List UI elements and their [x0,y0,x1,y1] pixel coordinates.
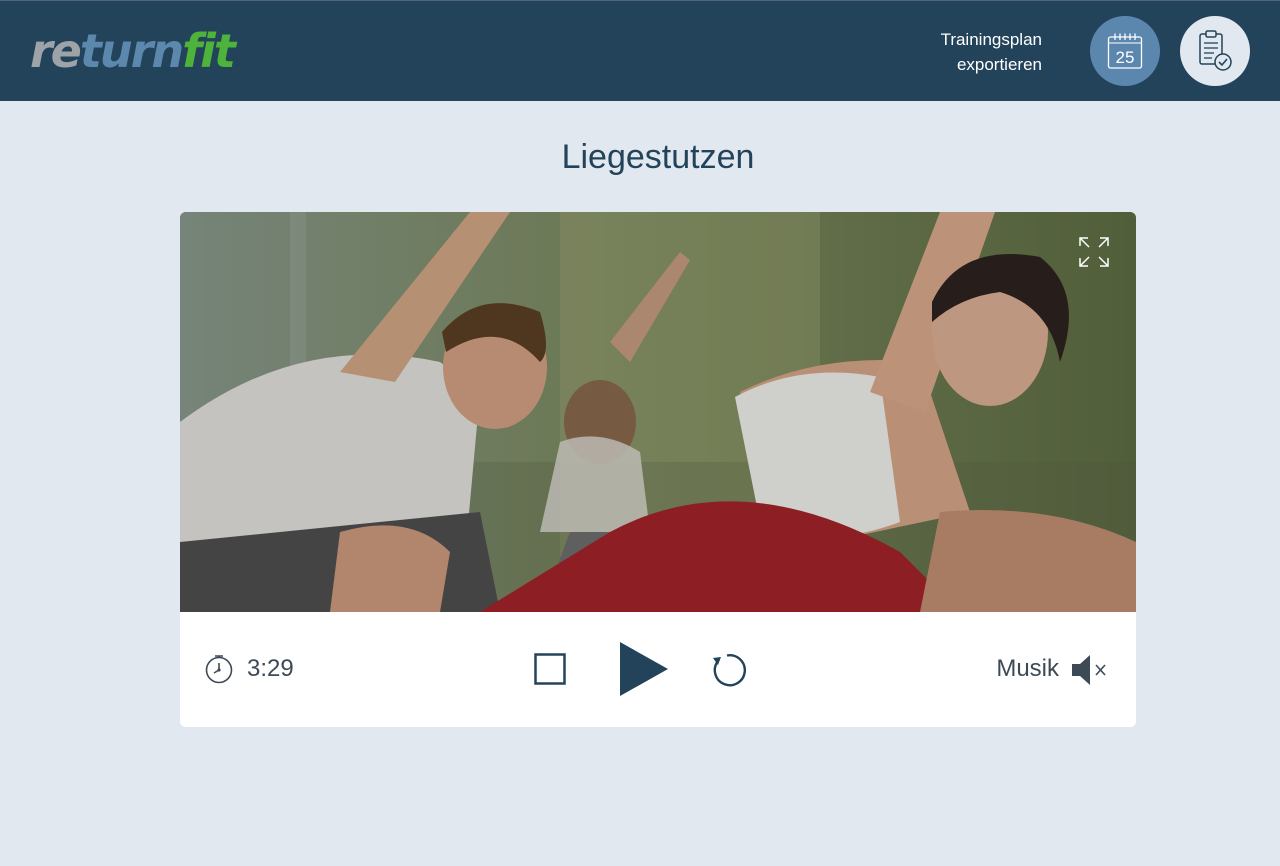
player-controls: 3:29 Musik [180,612,1136,727]
speaker-muted-icon[interactable] [1070,653,1110,687]
replay-icon[interactable] [710,652,746,688]
play-icon[interactable] [618,640,670,698]
logo-part-fit: fit [182,24,236,78]
calendar-day: 25 [1116,48,1135,67]
video-player: 3:29 Musik [180,212,1136,727]
export-calendar-button[interactable]: 25 [1090,16,1160,86]
returnfit-logo[interactable]: returnfit [30,24,236,78]
music-label: Musik [996,655,1059,682]
logo-part-re: re [30,24,82,78]
stop-icon[interactable] [534,653,566,685]
export-label-line2: exportieren [956,55,1042,74]
app-header: returnfit Trainingsplan exportieren 25 [0,0,1280,101]
calendar-icon: 25 [1107,33,1143,69]
exercise-video[interactable] [180,212,1136,612]
stopwatch-icon [205,655,233,684]
exercise-title: Liegestutzen [561,138,755,176]
clipboard-check-icon [1199,30,1232,71]
export-label-line1: Trainingsplan [940,30,1042,49]
elapsed-time: 3:29 [247,655,294,682]
exercise-video-frame [180,212,1136,612]
export-plan-link[interactable]: Trainingsplan exportieren [941,27,1042,77]
expand-icon[interactable] [1078,236,1110,268]
logo-part-turn: turn [79,24,184,78]
checklist-button[interactable] [1180,16,1250,86]
